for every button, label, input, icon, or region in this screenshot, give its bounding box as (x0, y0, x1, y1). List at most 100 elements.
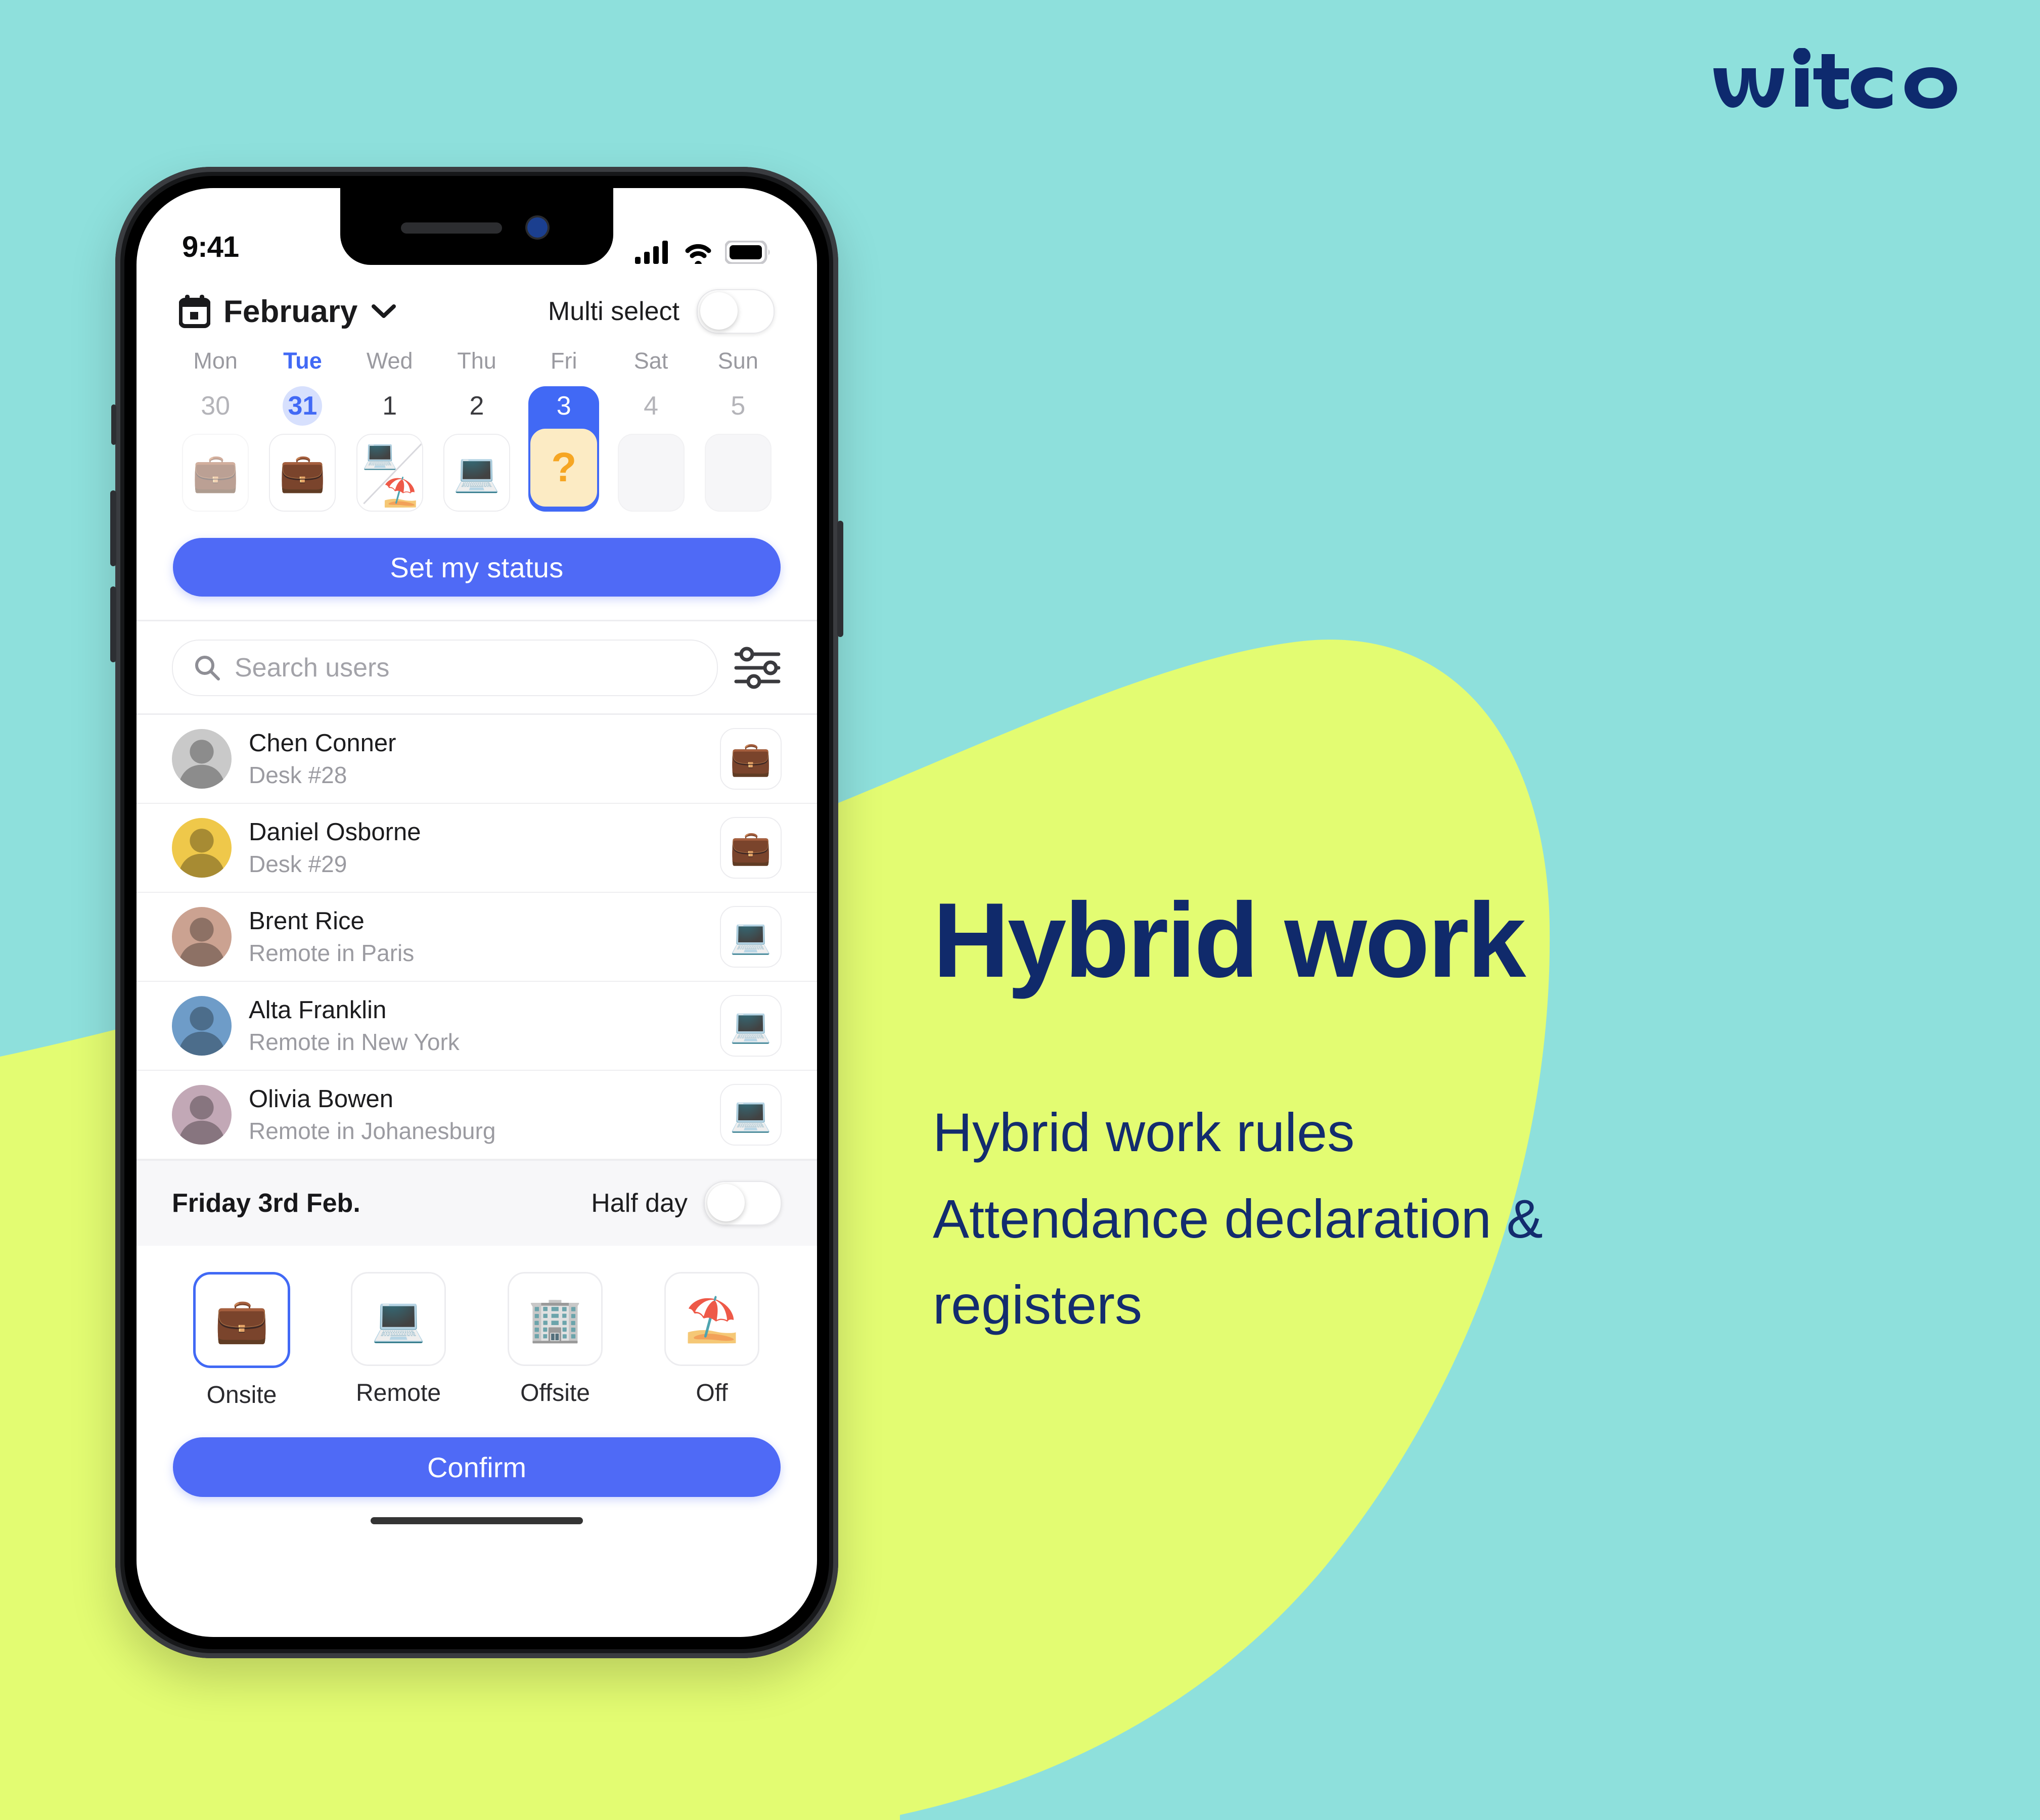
user-info: Brent Rice Remote in Paris (249, 907, 703, 967)
avatar (172, 1085, 232, 1145)
user-info: Daniel Osborne Desk #29 (249, 818, 703, 878)
day-cell[interactable]: 5 (703, 386, 774, 512)
user-list-item[interactable]: Alta Franklin Remote in New York 💻 (137, 982, 817, 1071)
day-column-wed[interactable]: Wed 1 💻 ⛱️ (346, 348, 433, 512)
user-status-remote-icon[interactable]: 💻 (720, 1084, 782, 1146)
day-number: 30 (201, 391, 231, 421)
status-option-icon-off[interactable]: ⛱️ (664, 1272, 759, 1366)
user-name: Alta Franklin (249, 996, 387, 1024)
beach-umbrella-icon: ⛱️ (382, 476, 418, 508)
week-strip: Mon 30 💼 Tue 31 💼 Wed 1 💻 ⛱️ Thu 2 💻 Fri 3? Sat 4 Sun 5 (137, 339, 817, 512)
earpiece-speaker (401, 222, 502, 234)
status-option-icon-remote[interactable]: 💻 (351, 1272, 446, 1366)
status-option-off[interactable]: ⛱️ Off (642, 1272, 782, 1409)
phone-volume-down-button (110, 586, 116, 662)
multi-select-toggle[interactable] (697, 289, 775, 334)
status-option-label: Off (696, 1380, 728, 1406)
signal-bars-icon (635, 241, 668, 264)
user-list-item[interactable]: Daniel Osborne Desk #29 💼 (137, 804, 817, 893)
user-list-item[interactable]: Olivia Bowen Remote in Johanesburg 💻 (137, 1071, 817, 1160)
filter-sliders-icon[interactable] (733, 644, 782, 692)
set-my-status-button[interactable]: Set my status (173, 538, 781, 597)
user-detail: Remote in New York (249, 1029, 460, 1055)
day-column-sun[interactable]: Sun 5 (695, 348, 782, 512)
status-sheet-header: Friday 3rd Feb. Half day (137, 1160, 817, 1246)
user-status-onsite-icon[interactable]: 💼 (720, 728, 782, 790)
status-bar-time: 9:41 (182, 231, 239, 263)
search-placeholder: Search users (235, 653, 390, 682)
half-day-toggle[interactable] (704, 1181, 782, 1225)
user-name: Olivia Bowen (249, 1085, 393, 1113)
user-info: Alta Franklin Remote in New York (249, 996, 703, 1056)
status-option-label: Offsite (520, 1380, 590, 1406)
day-cell[interactable]: 31 💼 (267, 386, 338, 512)
user-detail: Desk #29 (249, 851, 347, 877)
user-status-remote-icon[interactable]: 💻 (720, 995, 782, 1057)
status-option-grid: 💼 Onsite 💻 Remote 🏢 Offsite ⛱️ Off (137, 1246, 817, 1409)
day-cell[interactable]: 4 (616, 386, 687, 512)
user-name: Chen Conner (249, 730, 396, 757)
marketing-headline: Hybrid work (933, 881, 1526, 999)
user-name: Daniel Osborne (249, 818, 421, 846)
day-of-week-label: Wed (366, 348, 413, 374)
phone-notch (340, 188, 613, 265)
user-info: Chen Conner Desk #28 (249, 729, 703, 789)
day-cell[interactable]: 3? (528, 386, 600, 512)
user-detail: Desk #28 (249, 762, 347, 788)
multi-select-label: Multi select (548, 297, 679, 326)
multi-select-toggle-knob (700, 292, 738, 330)
status-option-label: Onsite (206, 1382, 277, 1408)
day-column-thu[interactable]: Thu 2 💻 (433, 348, 520, 512)
day-of-week-label: Fri (551, 348, 577, 374)
avatar (172, 996, 232, 1056)
day-status-tile-split: 💻 ⛱️ (356, 434, 423, 512)
witco-logo (1706, 48, 1974, 119)
user-detail: Remote in Johanesburg (249, 1118, 496, 1144)
status-option-onsite[interactable]: 💼 Onsite (172, 1272, 311, 1409)
calendar-header: February Multi select (137, 271, 817, 339)
status-option-label: Remote (355, 1380, 441, 1406)
marketing-subcopy: Hybrid work rules Attendance declaration… (933, 1089, 1893, 1348)
day-column-mon[interactable]: Mon 30 💼 (172, 348, 259, 512)
half-day-toggle-knob (707, 1184, 745, 1221)
day-cell[interactable]: 30 💼 (180, 386, 251, 512)
user-list: Chen Conner Desk #28 💼 Daniel Osborne Desk #… (137, 715, 817, 1160)
day-number: 2 (469, 391, 484, 421)
day-number: 5 (731, 391, 746, 421)
day-of-week-label: Thu (457, 348, 496, 374)
user-list-item[interactable]: Brent Rice Remote in Paris 💻 (137, 893, 817, 982)
confirm-button[interactable]: Confirm (173, 1437, 781, 1497)
month-selector[interactable]: February (179, 294, 397, 330)
status-option-offsite[interactable]: 🏢 Offsite (485, 1272, 625, 1409)
status-option-remote[interactable]: 💻 Remote (329, 1272, 468, 1409)
search-icon (195, 656, 220, 680)
search-row: Search users (137, 621, 817, 713)
day-column-sat[interactable]: Sat 4 (607, 348, 694, 512)
status-option-icon-offsite[interactable]: 🏢 (508, 1272, 603, 1366)
day-cell[interactable]: 2 💻 (441, 386, 512, 512)
day-status-tile-empty (617, 434, 685, 512)
avatar (172, 907, 232, 967)
search-input[interactable]: Search users (172, 640, 718, 696)
user-status-remote-icon[interactable]: 💻 (720, 906, 782, 968)
day-status-tile-question: ? (530, 429, 598, 507)
day-column-fri[interactable]: Fri 3? (520, 348, 607, 512)
battery-icon (725, 241, 770, 264)
sheet-date-label: Friday 3rd Feb. (172, 1189, 360, 1218)
phone-screen: 9:41 February Multi select Mon 30 💼 Tue … (137, 188, 817, 1637)
half-day-label: Half day (591, 1189, 688, 1218)
avatar (172, 729, 232, 789)
chevron-down-icon[interactable] (371, 303, 397, 320)
user-status-onsite-icon[interactable]: 💼 (720, 817, 782, 879)
day-number: 31 (283, 386, 323, 426)
day-of-week-label: Tue (283, 348, 322, 374)
user-list-item[interactable]: Chen Conner Desk #28 💼 (137, 715, 817, 804)
day-of-week-label: Sun (717, 348, 758, 374)
laptop-icon: 💻 (362, 438, 398, 470)
status-option-icon-onsite[interactable]: 💼 (193, 1272, 290, 1368)
witco-wordmark (1713, 48, 1957, 109)
day-number: 1 (382, 391, 397, 421)
day-column-tue[interactable]: Tue 31 💼 (259, 348, 346, 512)
subcopy-line-2: Attendance declaration & (933, 1188, 1543, 1249)
day-cell[interactable]: 1 💻 ⛱️ (354, 386, 425, 512)
